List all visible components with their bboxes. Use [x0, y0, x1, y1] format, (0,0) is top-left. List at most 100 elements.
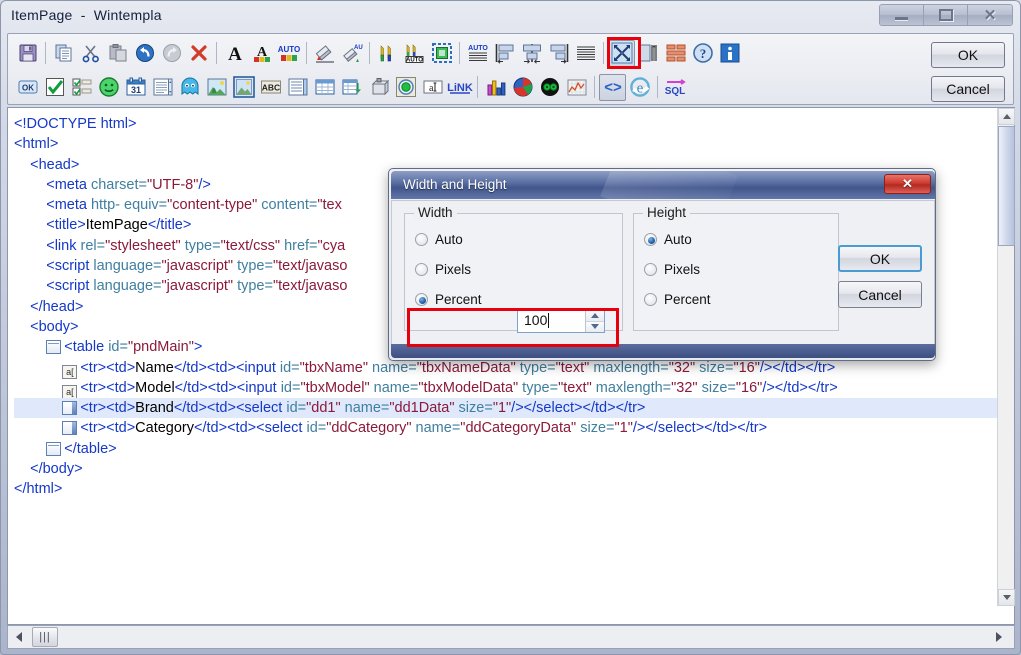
- code-token: size=: [695, 359, 734, 376]
- code-token: "dd1Data": [389, 400, 455, 417]
- maximize-button[interactable]: [924, 5, 968, 25]
- margin-icon[interactable]: [635, 40, 662, 67]
- listbox-icon[interactable]: [149, 74, 176, 101]
- close-button[interactable]: ✕: [968, 5, 1012, 25]
- dialog-close-button[interactable]: ✕: [884, 174, 931, 194]
- code-token: /></td></tr>: [762, 379, 838, 396]
- border-style-icon[interactable]: [428, 40, 455, 67]
- listview-icon[interactable]: [284, 74, 311, 101]
- data-grid-icon[interactable]: [338, 74, 365, 101]
- code-line[interactable]: <tr><td>Category</td><td><select id="ddC…: [14, 418, 998, 438]
- padding-icon[interactable]: [662, 40, 689, 67]
- width-percent-radio[interactable]: Percent: [415, 292, 482, 307]
- radio-button-icon[interactable]: [392, 74, 419, 101]
- scroll-up-button[interactable]: [998, 108, 1015, 125]
- width-percent-input[interactable]: 100: [518, 310, 585, 332]
- align-left-icon[interactable]: [491, 40, 518, 67]
- textbox-icon[interactable]: a: [419, 74, 446, 101]
- font-color-icon[interactable]: A: [248, 40, 275, 67]
- spinner-increment-button[interactable]: [586, 310, 604, 322]
- help-icon[interactable]: ?: [689, 40, 716, 67]
- button-ok-icon[interactable]: OK: [14, 74, 41, 101]
- height-pixels-radio[interactable]: Pixels: [644, 262, 700, 277]
- scroll-left-button[interactable]: [8, 626, 30, 648]
- width-percent-spinner[interactable]: 100: [517, 309, 605, 333]
- auto-font-color-icon[interactable]: AUTO: [275, 40, 302, 67]
- paste-icon[interactable]: [104, 40, 131, 67]
- align-justify-icon[interactable]: [572, 40, 599, 67]
- bar-chart-icon[interactable]: [482, 74, 509, 101]
- save-icon[interactable]: [14, 40, 41, 67]
- scroll-right-button[interactable]: [988, 626, 1010, 648]
- image-icon[interactable]: [203, 74, 230, 101]
- textbox-row-icon[interactable]: a[: [62, 364, 78, 379]
- textbox-row-icon[interactable]: a[: [62, 384, 78, 399]
- auto-text-align-icon[interactable]: AUTO: [464, 40, 491, 67]
- code-token: maxlength=: [591, 379, 672, 396]
- code-line[interactable]: <!DOCTYPE html>: [14, 114, 998, 134]
- toolbar-ok-button[interactable]: OK: [931, 42, 1005, 68]
- code-token: Brand: [135, 400, 174, 417]
- horizontal-scroll-thumb[interactable]: |||: [32, 627, 58, 647]
- height-auto-radio[interactable]: Auto: [644, 232, 692, 247]
- abc-label-icon[interactable]: ABC: [257, 74, 284, 101]
- line-chart-icon[interactable]: [563, 74, 590, 101]
- cut-icon[interactable]: [77, 40, 104, 67]
- code-line[interactable]: <html>: [14, 134, 998, 154]
- dialog-cancel-button[interactable]: Cancel: [838, 281, 922, 308]
- border-color-icon[interactable]: [374, 40, 401, 67]
- select-row-icon[interactable]: [62, 421, 78, 436]
- picture-box-icon[interactable]: [230, 74, 257, 101]
- width-and-height-dialog: Width and Height ✕ Width Auto Pixels Per…: [388, 168, 936, 361]
- editor-horizontal-scrollbar[interactable]: |||: [7, 625, 1015, 649]
- table-open-icon[interactable]: [46, 340, 62, 355]
- editor-vertical-scrollbar[interactable]: [997, 108, 1015, 606]
- spinner-decrement-button[interactable]: [586, 321, 604, 332]
- code-token: "dd1": [306, 400, 341, 417]
- undo-icon[interactable]: [131, 40, 158, 67]
- grid-icon[interactable]: [311, 74, 338, 101]
- width-pixels-radio[interactable]: Pixels: [415, 262, 471, 277]
- svg-text:a: a: [429, 83, 434, 94]
- vertical-scroll-thumb[interactable]: [998, 126, 1015, 246]
- code-line[interactable]: a[<tr><td>Model</td><td><input id="tbxMo…: [14, 378, 998, 399]
- align-right-icon[interactable]: [545, 40, 572, 67]
- html-source-icon[interactable]: <>: [599, 73, 626, 101]
- minimize-button[interactable]: [880, 5, 924, 25]
- height-percent-radio[interactable]: Percent: [644, 292, 711, 307]
- toolbar-cancel-button[interactable]: Cancel: [931, 76, 1005, 102]
- copy-icon[interactable]: [50, 40, 77, 67]
- code-line[interactable]: </html>: [14, 479, 998, 499]
- code-token: "stylesheet": [105, 237, 181, 254]
- database-icon[interactable]: [365, 74, 392, 101]
- scroll-down-button[interactable]: [998, 589, 1015, 606]
- delete-icon[interactable]: [185, 40, 212, 67]
- code-token: size=: [697, 379, 736, 396]
- redo-icon[interactable]: [158, 40, 185, 67]
- scatter-chart-icon[interactable]: [536, 74, 563, 101]
- font-icon[interactable]: A: [221, 40, 248, 67]
- sql-icon[interactable]: SQL: [662, 74, 689, 101]
- calendar-icon[interactable]: 31: [122, 74, 149, 101]
- table-close-icon[interactable]: [46, 441, 62, 456]
- fill-color-icon[interactable]: [311, 40, 338, 67]
- code-line[interactable]: <tr><td>Brand</td><td><select id="dd1" n…: [14, 398, 998, 419]
- auto-fill-color-icon[interactable]: AUTO: [338, 40, 365, 67]
- checkbox-list-icon[interactable]: [68, 74, 95, 101]
- width-auto-radio[interactable]: Auto: [415, 232, 463, 247]
- smiley-icon[interactable]: [95, 74, 122, 101]
- select-row-icon[interactable]: [62, 401, 78, 416]
- width-and-height-icon[interactable]: [608, 39, 635, 67]
- dialog-ok-button[interactable]: OK: [838, 245, 922, 272]
- info-icon[interactable]: [716, 40, 743, 67]
- checkbox-icon[interactable]: [41, 74, 68, 101]
- ghost-icon[interactable]: [176, 74, 203, 101]
- link-icon[interactable]: LiNK: [446, 74, 473, 101]
- code-line[interactable]: </table>: [14, 439, 998, 459]
- auto-border-color-icon[interactable]: AUTO: [401, 40, 428, 67]
- pie-chart-icon[interactable]: [509, 74, 536, 101]
- browser-icon[interactable]: e: [626, 74, 653, 101]
- align-center-icon[interactable]: [518, 40, 545, 67]
- code-line[interactable]: </body>: [14, 459, 998, 479]
